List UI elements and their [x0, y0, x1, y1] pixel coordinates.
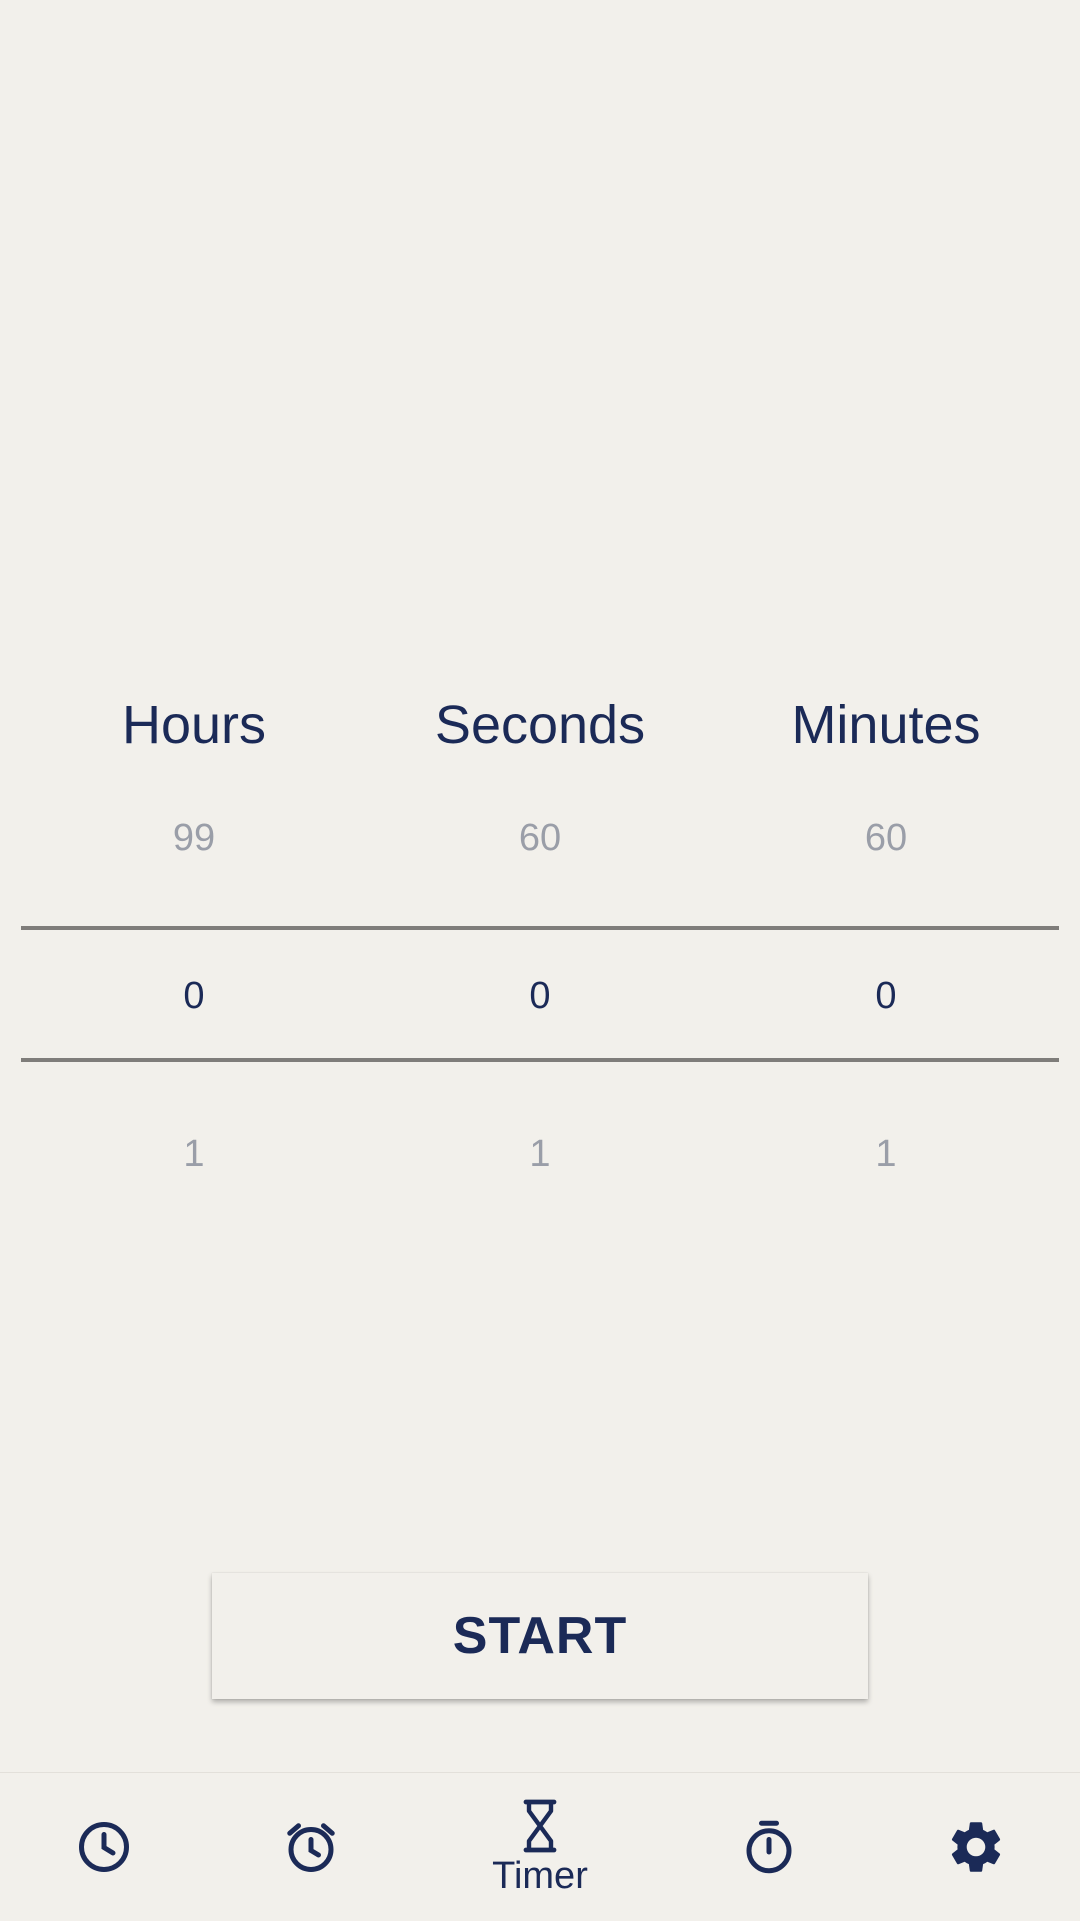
nav-settings[interactable] — [901, 1773, 1051, 1921]
minutes-label: Minutes — [791, 695, 981, 755]
selection-divider-top — [21, 926, 1059, 930]
clock-icon — [74, 1817, 134, 1877]
timer-picker: Hours 99 0 1 Seconds 60 0 1 Minutes 60 0… — [0, 680, 1080, 1220]
nav-clock[interactable] — [29, 1773, 179, 1921]
hourglass-icon — [516, 1798, 564, 1854]
stopwatch-icon — [739, 1817, 799, 1877]
nav-alarm[interactable] — [236, 1773, 386, 1921]
seconds-next-value[interactable]: 1 — [367, 1132, 713, 1176]
bottom-navigation: Timer — [0, 1772, 1080, 1921]
hours-prev-value[interactable]: 99 — [21, 816, 367, 860]
seconds-current-value[interactable]: 0 — [367, 974, 713, 1018]
nav-timer[interactable]: Timer — [465, 1773, 615, 1921]
seconds-label: Seconds — [434, 695, 646, 755]
nav-stopwatch[interactable] — [694, 1773, 844, 1921]
minutes-column[interactable]: Minutes 60 0 1 — [713, 680, 1059, 1220]
start-button[interactable]: START — [212, 1573, 868, 1699]
hours-column[interactable]: Hours 99 0 1 — [21, 680, 367, 1220]
hours-current-value[interactable]: 0 — [21, 974, 367, 1018]
minutes-next-value[interactable]: 1 — [713, 1132, 1059, 1176]
minutes-current-value[interactable]: 0 — [713, 974, 1059, 1018]
selection-divider-bottom — [21, 1058, 1059, 1062]
nav-timer-label: Timer — [492, 1855, 588, 1897]
alarm-icon — [281, 1817, 341, 1877]
seconds-column[interactable]: Seconds 60 0 1 — [367, 680, 713, 1220]
seconds-prev-value[interactable]: 60 — [367, 816, 713, 860]
hours-label: Hours — [121, 695, 267, 755]
hours-next-value[interactable]: 1 — [21, 1132, 367, 1176]
gear-icon — [945, 1816, 1007, 1878]
minutes-prev-value[interactable]: 60 — [713, 816, 1059, 860]
